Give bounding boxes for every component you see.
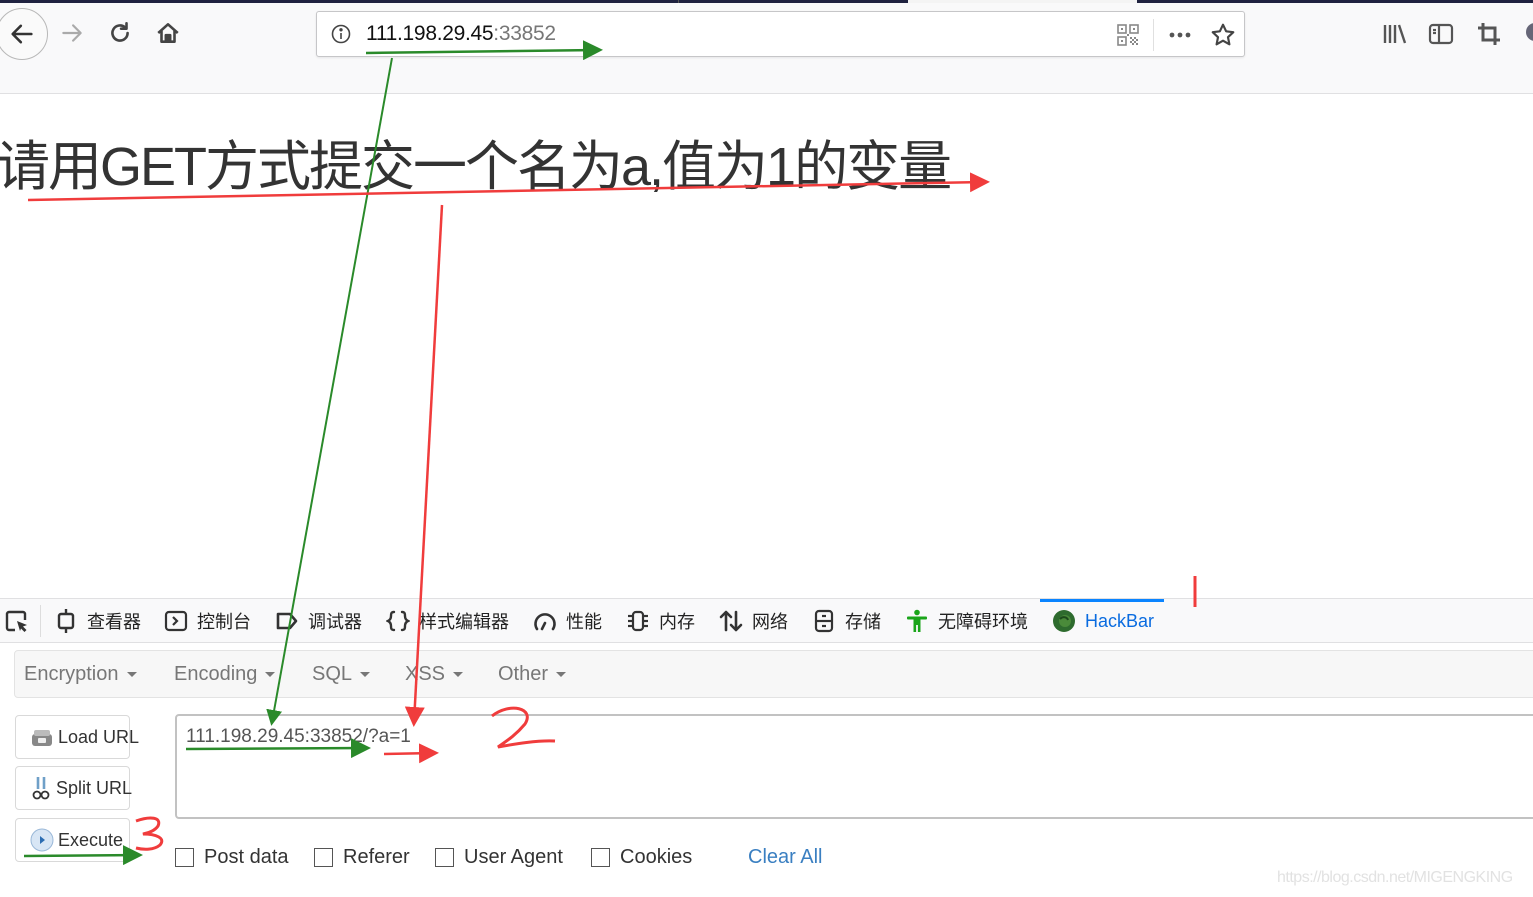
tab-style-editor[interactable]: 样式编辑器 [386, 599, 509, 643]
tab-label: 调试器 [308, 612, 362, 632]
menu-label: XSS [405, 662, 446, 685]
toolbar-divider [40, 605, 41, 637]
menu-other[interactable]: Other [498, 651, 567, 697]
navigation-toolbar: 111.198.29.45:33852 [0, 3, 1533, 94]
home-icon [157, 23, 179, 43]
menu-sql[interactable]: SQL [312, 651, 371, 697]
tab-console[interactable]: 控制台 [164, 599, 251, 643]
console-icon [164, 610, 188, 632]
urlbar-divider [1153, 19, 1154, 51]
star-icon[interactable] [1210, 22, 1236, 48]
performance-icon [534, 613, 556, 631]
execute-label: Execute [58, 829, 124, 850]
tab-memory[interactable]: 内存 [626, 599, 695, 643]
reload-button[interactable] [104, 17, 136, 49]
qr-code-icon[interactable] [1117, 24, 1139, 46]
user-agent-checkbox[interactable]: User Agent [435, 846, 563, 869]
menu-label: Encryption [24, 662, 119, 685]
forward-button[interactable] [56, 17, 88, 49]
caret-down-icon [453, 671, 464, 677]
tab-label: 网络 [752, 612, 788, 632]
page-heading: 请用GET方式提交一个名为a,值为1的变量 [0, 137, 952, 197]
info-icon[interactable] [331, 24, 351, 44]
tab-label: 存储 [845, 612, 881, 632]
inspector-icon [57, 609, 75, 633]
style-editor-icon [386, 610, 410, 632]
checkbox-box[interactable] [435, 848, 454, 867]
checkbox-box[interactable] [175, 848, 194, 867]
post-data-checkbox[interactable]: Post data [175, 846, 289, 869]
watermark: https://blog.csdn.net/MIGENGKING [1277, 869, 1513, 886]
tab-network[interactable]: 网络 [719, 599, 788, 643]
tab-inspector[interactable]: 查看器 [54, 599, 141, 643]
url-bar[interactable]: 111.198.29.45:33852 [316, 11, 1245, 57]
crop-icon[interactable] [1475, 20, 1503, 48]
tab-debugger[interactable]: 调试器 [275, 599, 362, 643]
caret-down-icon [126, 671, 137, 677]
tab-label: 无障碍环境 [938, 612, 1028, 632]
tab-performance[interactable]: 性能 [533, 599, 602, 643]
scissors-icon [32, 777, 50, 800]
checkbox-box[interactable] [591, 848, 610, 867]
accessibility-icon [907, 609, 927, 632]
annotation-step-3 [135, 816, 164, 851]
checkbox-box[interactable] [314, 848, 333, 867]
tab-label: 查看器 [87, 612, 141, 632]
tab-label: 内存 [659, 612, 695, 632]
load-url-label: Load URL [58, 726, 140, 747]
tab-label: 控制台 [197, 612, 251, 632]
tab-label: 样式编辑器 [419, 612, 509, 632]
url-textarea[interactable] [175, 714, 1533, 819]
more-icon[interactable] [1167, 22, 1193, 48]
network-icon [719, 610, 743, 632]
menu-label: SQL [312, 662, 353, 685]
checkbox-label: Cookies [620, 846, 693, 868]
reload-icon [111, 21, 129, 42]
checkbox-label: Post data [204, 846, 289, 868]
tab-hackbar[interactable]: HackBar [1039, 599, 1165, 643]
split-url-label: Split URL [56, 777, 133, 798]
arrow-right-icon [62, 24, 82, 42]
url-port: :33852 [493, 22, 556, 45]
tab-label: 性能 [566, 612, 602, 632]
menu-label: Other [498, 662, 549, 685]
memory-icon [628, 610, 648, 632]
hackbar-menu: Encryption Encoding SQL XSS Other [14, 650, 1533, 698]
home-button[interactable] [152, 17, 184, 49]
library-icon[interactable] [1380, 20, 1408, 48]
tab-storage[interactable]: 存储 [812, 599, 881, 643]
url-host: 111.198.29.45 [366, 22, 494, 45]
arrow-left-icon [11, 24, 33, 44]
back-button[interactable] [0, 8, 48, 60]
load-icon [32, 730, 52, 746]
caret-down-icon [360, 671, 371, 677]
play-icon [30, 828, 54, 852]
menu-label: Encoding [174, 662, 258, 685]
caret-down-icon [556, 671, 567, 677]
load-url-button[interactable]: Load URL [15, 715, 139, 759]
element-picker-icon[interactable] [4, 609, 30, 635]
checkbox-label: User Agent [464, 846, 563, 868]
extension-icon[interactable] [1521, 20, 1533, 48]
caret-down-icon [265, 671, 276, 677]
debugger-icon [276, 612, 298, 630]
cookies-checkbox[interactable]: Cookies [591, 846, 692, 869]
hackbar-icon [1053, 610, 1075, 632]
menu-encoding[interactable]: Encoding [174, 651, 276, 697]
execute-button[interactable]: Execute [15, 818, 130, 862]
tab-label: HackBar [1085, 610, 1155, 631]
clear-all-link[interactable]: Clear All [748, 846, 822, 869]
sidebar-icon[interactable] [1427, 20, 1455, 48]
devtools-toolbar: 查看器 控制台 调试器 样式编辑器 性能 内存 网络 存储 无障碍环境 Hack… [0, 598, 1533, 643]
storage-icon [814, 609, 834, 633]
menu-encryption[interactable]: Encryption [24, 651, 137, 697]
menu-xss[interactable]: XSS [405, 651, 464, 697]
url-text[interactable]: 111.198.29.45:33852 [366, 22, 556, 46]
annotation-line-heading-to-textarea [404, 204, 444, 727]
referer-checkbox[interactable]: Referer [314, 846, 410, 869]
tab-accessibility[interactable]: 无障碍环境 [905, 599, 1028, 643]
checkbox-label: Referer [343, 846, 410, 868]
split-url-button[interactable]: Split URL [15, 766, 133, 810]
